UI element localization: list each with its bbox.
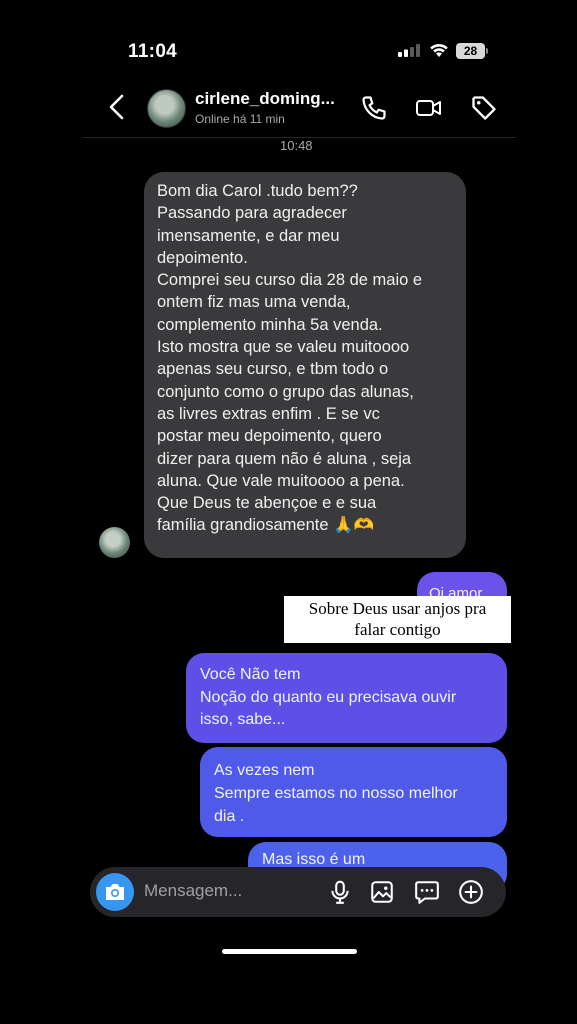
image-icon[interactable] — [369, 879, 395, 905]
plus-circle-icon[interactable] — [458, 879, 484, 905]
incoming-message-bubble[interactable]: Bom dia Carol .tudo bem?? Passando para … — [144, 172, 466, 558]
status-time: 11:04 — [128, 41, 178, 62]
tag-icon[interactable] — [470, 94, 498, 122]
outgoing-message-bubble[interactable]: Você Não tem Noção do quanto eu precisav… — [186, 653, 507, 743]
contact-avatar[interactable] — [147, 89, 186, 128]
message-input[interactable] — [144, 881, 304, 901]
contact-status: Online há 11 min — [195, 112, 285, 126]
battery-indicator: 28 — [456, 43, 485, 59]
microphone-icon[interactable] — [327, 879, 353, 905]
camera-button[interactable] — [96, 873, 134, 911]
caption-text: Sobre Deus usar anjos pra falar contigo — [308, 599, 487, 639]
video-camera-icon[interactable] — [415, 94, 443, 122]
outgoing-message-bubble[interactable]: As vezes nem Sempre estamos no nosso mel… — [200, 747, 507, 837]
chat-bubble-icon[interactable] — [414, 879, 440, 905]
battery-cap — [486, 48, 488, 54]
story-caption-overlay: Sobre Deus usar anjos pra falar contigo — [284, 596, 511, 643]
message-timestamp: 10:48 — [280, 138, 313, 153]
incoming-message-text: Bom dia Carol .tudo bem?? Passando para … — [157, 182, 423, 535]
outgoing-message-text: Você Não tem Noção do quanto eu precisav… — [200, 666, 457, 728]
contact-username[interactable]: cirlene_doming... — [195, 89, 335, 109]
camera-icon — [106, 884, 124, 900]
sender-avatar[interactable] — [99, 527, 130, 558]
cellular-signal-icon — [398, 44, 420, 57]
wifi-icon — [430, 43, 448, 57]
phone-icon[interactable] — [360, 94, 388, 122]
chevron-left-icon[interactable] — [106, 94, 128, 120]
home-indicator[interactable] — [222, 949, 357, 954]
outgoing-message-text: As vezes nem Sempre estamos no nosso mel… — [214, 762, 458, 825]
